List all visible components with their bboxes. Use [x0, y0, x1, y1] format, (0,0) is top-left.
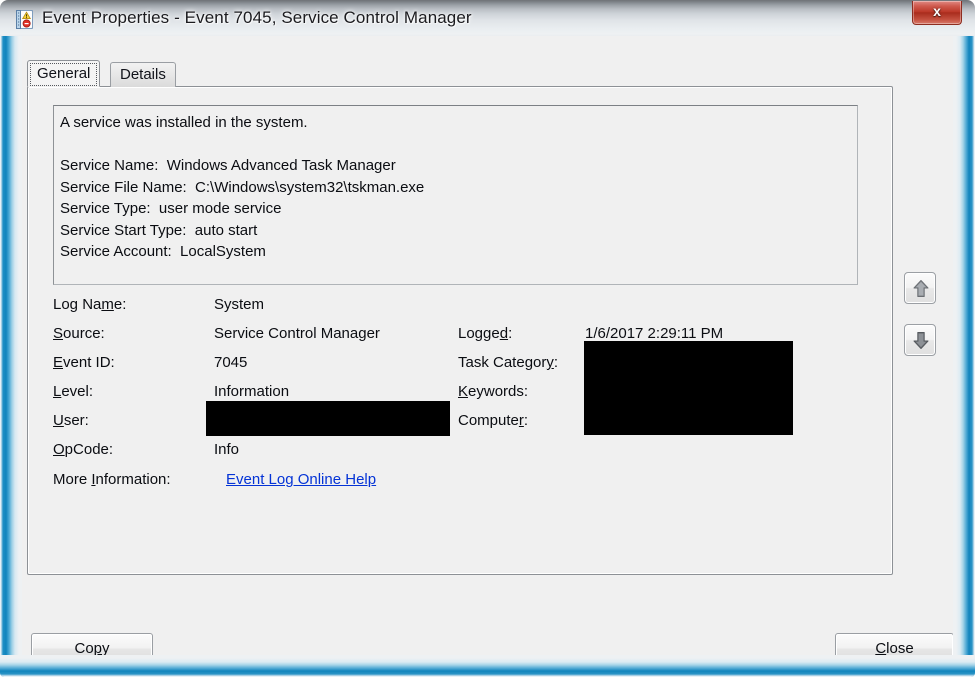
event-log-online-help-link[interactable]: Event Log Online Help: [226, 471, 376, 488]
event-log-icon: [16, 10, 34, 29]
label-log-name: Log Name:: [53, 296, 127, 313]
close-window-button[interactable]: x: [912, 1, 962, 25]
event-description-box[interactable]: A service was installed in the system. S…: [53, 105, 858, 285]
label-opcode: OpCode:: [53, 441, 114, 458]
label-logged: Logged:: [458, 325, 513, 342]
value-logged: 1/6/2017 2:29:11 PM: [585, 325, 724, 342]
value-event-id: 7045: [214, 354, 248, 371]
tab-page-general: A service was installed in the system. S…: [27, 86, 893, 575]
label-event-id: Event ID:: [53, 354, 115, 371]
dialog-client-area: General Details A service was installed …: [8, 36, 967, 664]
window-frame-right-edge: [953, 36, 975, 677]
redaction-user: [206, 401, 450, 436]
tab-details-label: Details: [120, 66, 166, 83]
event-description-text: A service was installed in the system. S…: [60, 114, 425, 260]
tab-general[interactable]: General: [27, 60, 101, 87]
tab-general-label: General: [37, 65, 91, 82]
label-user: User:: [53, 412, 89, 429]
label-keywords: Keywords:: [458, 383, 529, 400]
label-computer: Computer:: [458, 412, 529, 429]
next-event-button[interactable]: [904, 324, 936, 356]
close-icon: x: [933, 3, 941, 19]
value-log-name: System: [214, 296, 265, 313]
label-source: Source:: [53, 325, 105, 342]
window-title: Event Properties - Event 7045, Service C…: [42, 8, 472, 27]
previous-event-button[interactable]: [904, 272, 936, 304]
label-level: Level:: [53, 383, 94, 400]
value-source: Service Control Manager: [214, 325, 380, 342]
dialog-window: Event Properties - Event 7045, Service C…: [0, 0, 975, 677]
label-more-information: More Information:: [53, 471, 171, 488]
window-frame-bottom-edge: [0, 655, 975, 677]
value-opcode: Info: [214, 441, 240, 458]
title-bar[interactable]: Event Properties - Event 7045, Service C…: [0, 0, 975, 40]
up-arrow-icon: [912, 279, 930, 303]
value-level: Information: [214, 383, 290, 400]
window-frame-left-edge: [0, 36, 22, 677]
label-task-category: Task Category:: [458, 354, 559, 371]
down-arrow-icon: [912, 331, 930, 355]
redaction-task-category-keywords-computer: [584, 341, 793, 435]
tab-details[interactable]: Details: [110, 62, 176, 87]
